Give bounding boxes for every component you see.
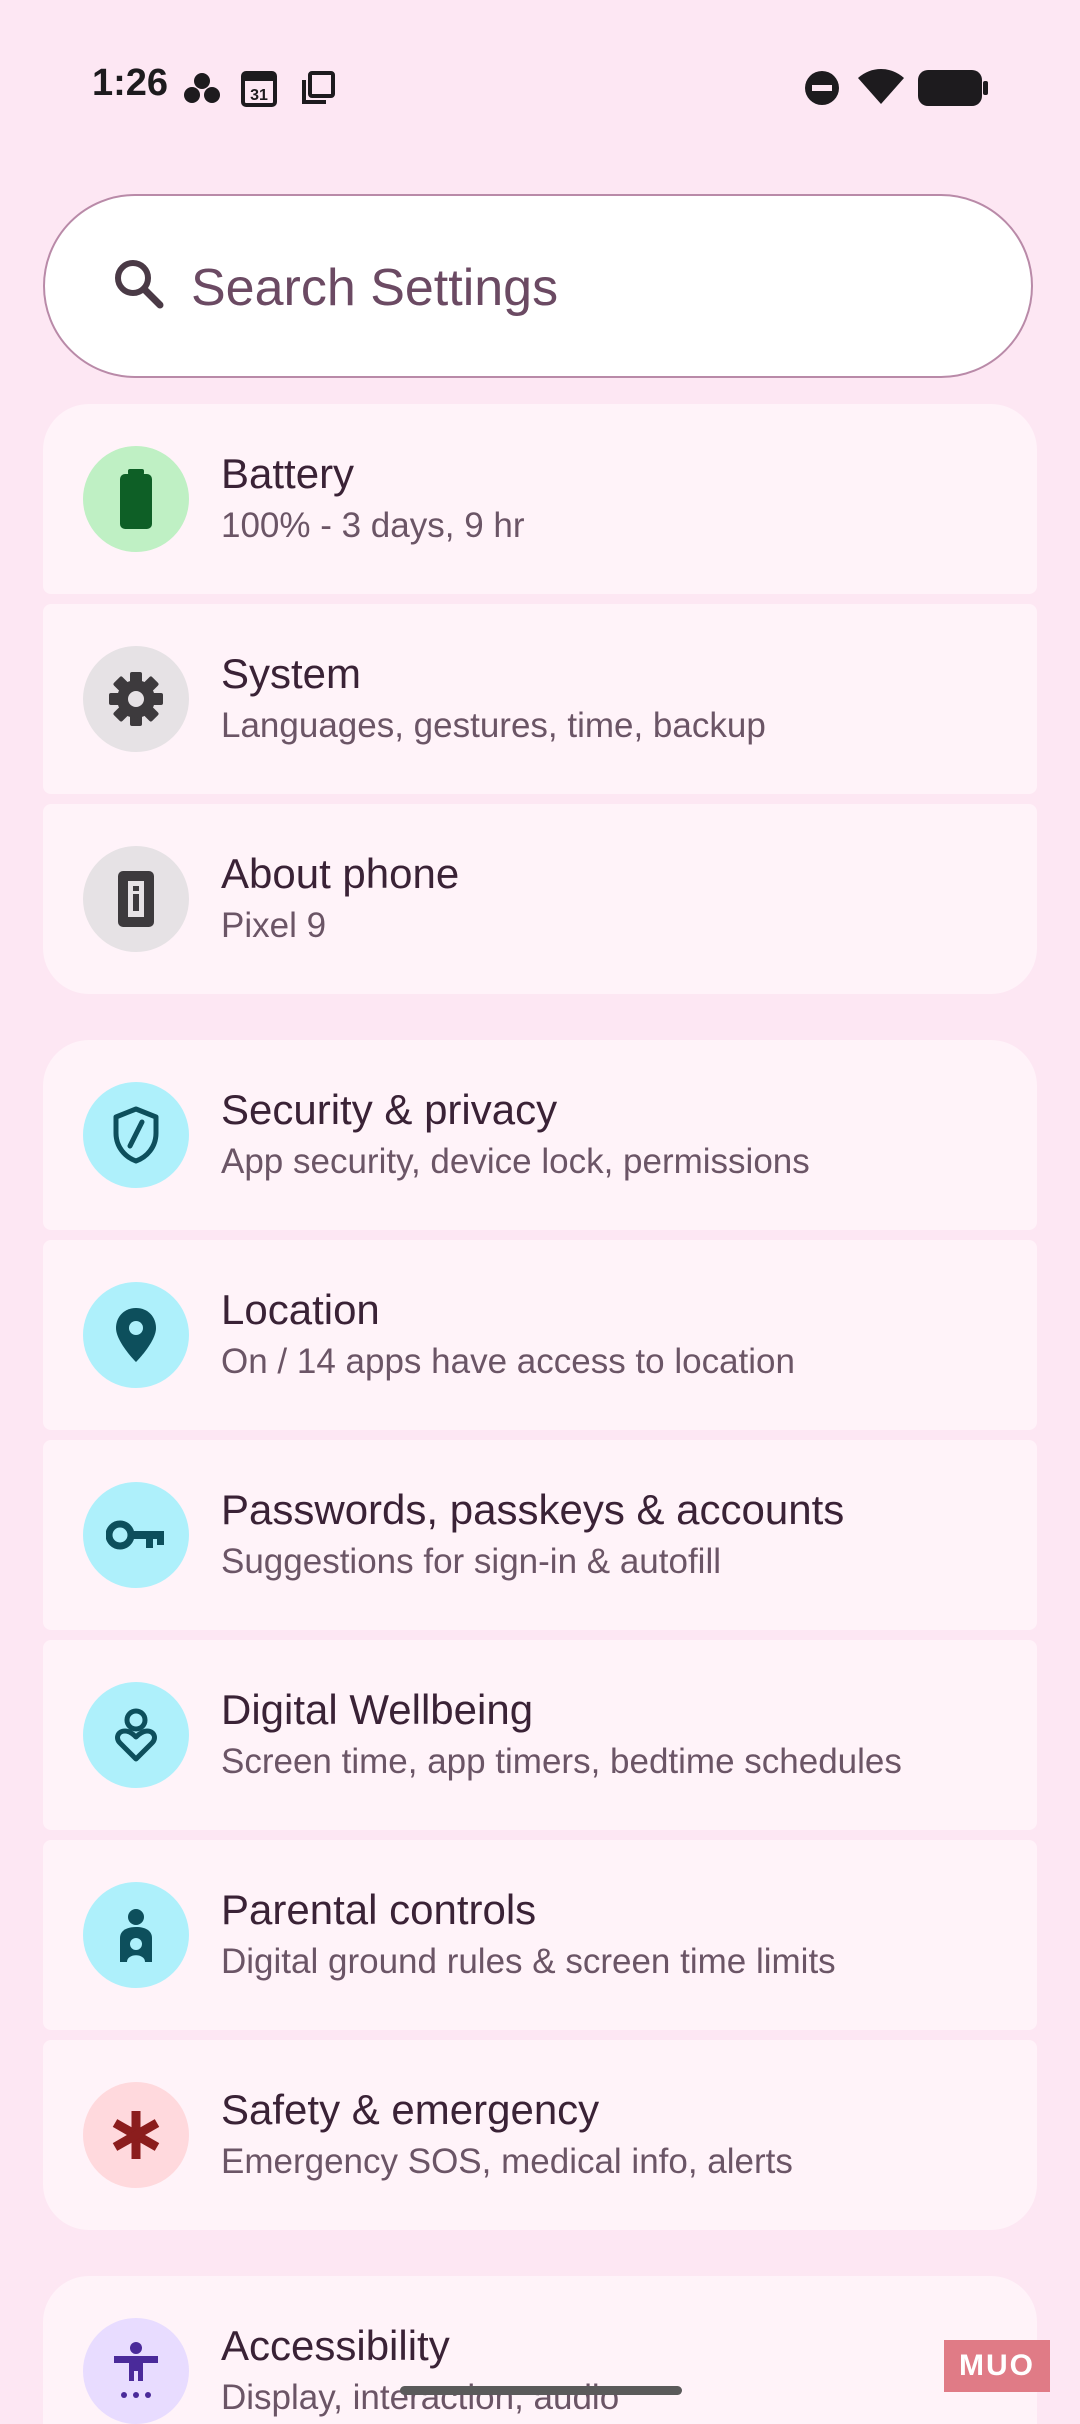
item-title: Battery [221,450,355,497]
item-title: Security & privacy [221,1086,558,1133]
status-bar: 1:26 31 [0,0,1080,170]
accessibility-badge [83,2318,189,2424]
about-phone-badge [83,846,189,952]
item-subtitle: Digital ground rules & screen time limit… [221,1942,836,1981]
item-title: Digital Wellbeing [221,1686,534,1733]
dnd-icon [805,71,839,105]
key-icon [106,1520,164,1550]
safety-badge [83,2082,189,2188]
search-placeholder: Search Settings [191,259,559,317]
accessibility-icon [114,2342,158,2398]
settings-item-about-phone[interactable]: About phone Pixel 9 [43,804,1037,994]
item-title: Safety & emergency [221,2086,600,2133]
settings-item-location[interactable]: Location On / 14 apps have access to loc… [43,1240,1037,1430]
security-badge [83,1082,189,1188]
battery-icon [918,70,988,106]
asterisk-icon [112,2111,160,2159]
gear-icon [109,672,163,726]
wifi-icon [858,69,904,104]
item-subtitle: Suggestions for sign-in & autofill [221,1542,721,1581]
battery-icon [120,469,152,529]
item-title: Location [221,1286,380,1333]
gesture-handle[interactable] [400,2386,682,2395]
item-title: Passwords, passkeys & accounts [221,1486,845,1533]
item-subtitle: Display, interaction, audio [221,2378,620,2417]
item-subtitle: Emergency SOS, medical info, alerts [221,2142,793,2181]
item-subtitle: 100% - 3 days, 9 hr [221,506,525,545]
settings-item-accessibility[interactable]: Accessibility Display, interaction, audi… [43,2276,1037,2424]
status-time: 1:26 [92,62,169,104]
shield-icon [113,1106,159,1164]
passwords-badge [83,1482,189,1588]
settings-item-system[interactable]: System Languages, gestures, time, backup [43,604,1037,794]
item-title: Parental controls [221,1886,537,1933]
parental-icon [120,1909,152,1962]
item-subtitle: Pixel 9 [221,906,327,945]
search-bar[interactable]: Search Settings [43,194,1033,378]
calendar-day: 31 [250,87,268,104]
item-subtitle: App security, device lock, permissions [221,1142,810,1181]
item-title: About phone [221,850,460,897]
phone-info-icon [118,871,154,927]
watermark-logo: MUO [944,2340,1050,2392]
settings-item-battery[interactable]: Battery 100% - 3 days, 9 hr [43,404,1037,594]
calendar-icon: 31 [241,71,277,107]
item-subtitle: On / 14 apps have access to location [221,1342,795,1381]
item-title: Accessibility [221,2322,450,2369]
search-icon [115,260,164,309]
item-subtitle: Screen time, app timers, bedtime schedul… [221,1742,902,1781]
location-pin-icon [116,1308,156,1362]
battery-badge [83,446,189,552]
item-subtitle: Languages, gestures, time, backup [221,706,766,745]
settings-item-digital-wellbeing[interactable]: Digital Wellbeing Screen time, app timer… [43,1640,1037,1830]
copy-icon [302,71,335,104]
settings-item-safety-emergency[interactable]: Safety & emergency Emergency SOS, medica… [43,2040,1037,2230]
wellbeing-icon [115,1708,157,1762]
wellbeing-badge [83,1682,189,1788]
system-badge [83,646,189,752]
item-title: System [221,650,362,697]
settings-item-parental-controls[interactable]: Parental controls Digital ground rules &… [43,1840,1037,2030]
settings-item-security-privacy[interactable]: Security & privacy App security, device … [43,1040,1037,1230]
location-badge [83,1282,189,1388]
settings-item-passwords[interactable]: Passwords, passkeys & accounts Suggestio… [43,1440,1037,1630]
dots-icon [184,73,220,103]
parental-badge [83,1882,189,1988]
